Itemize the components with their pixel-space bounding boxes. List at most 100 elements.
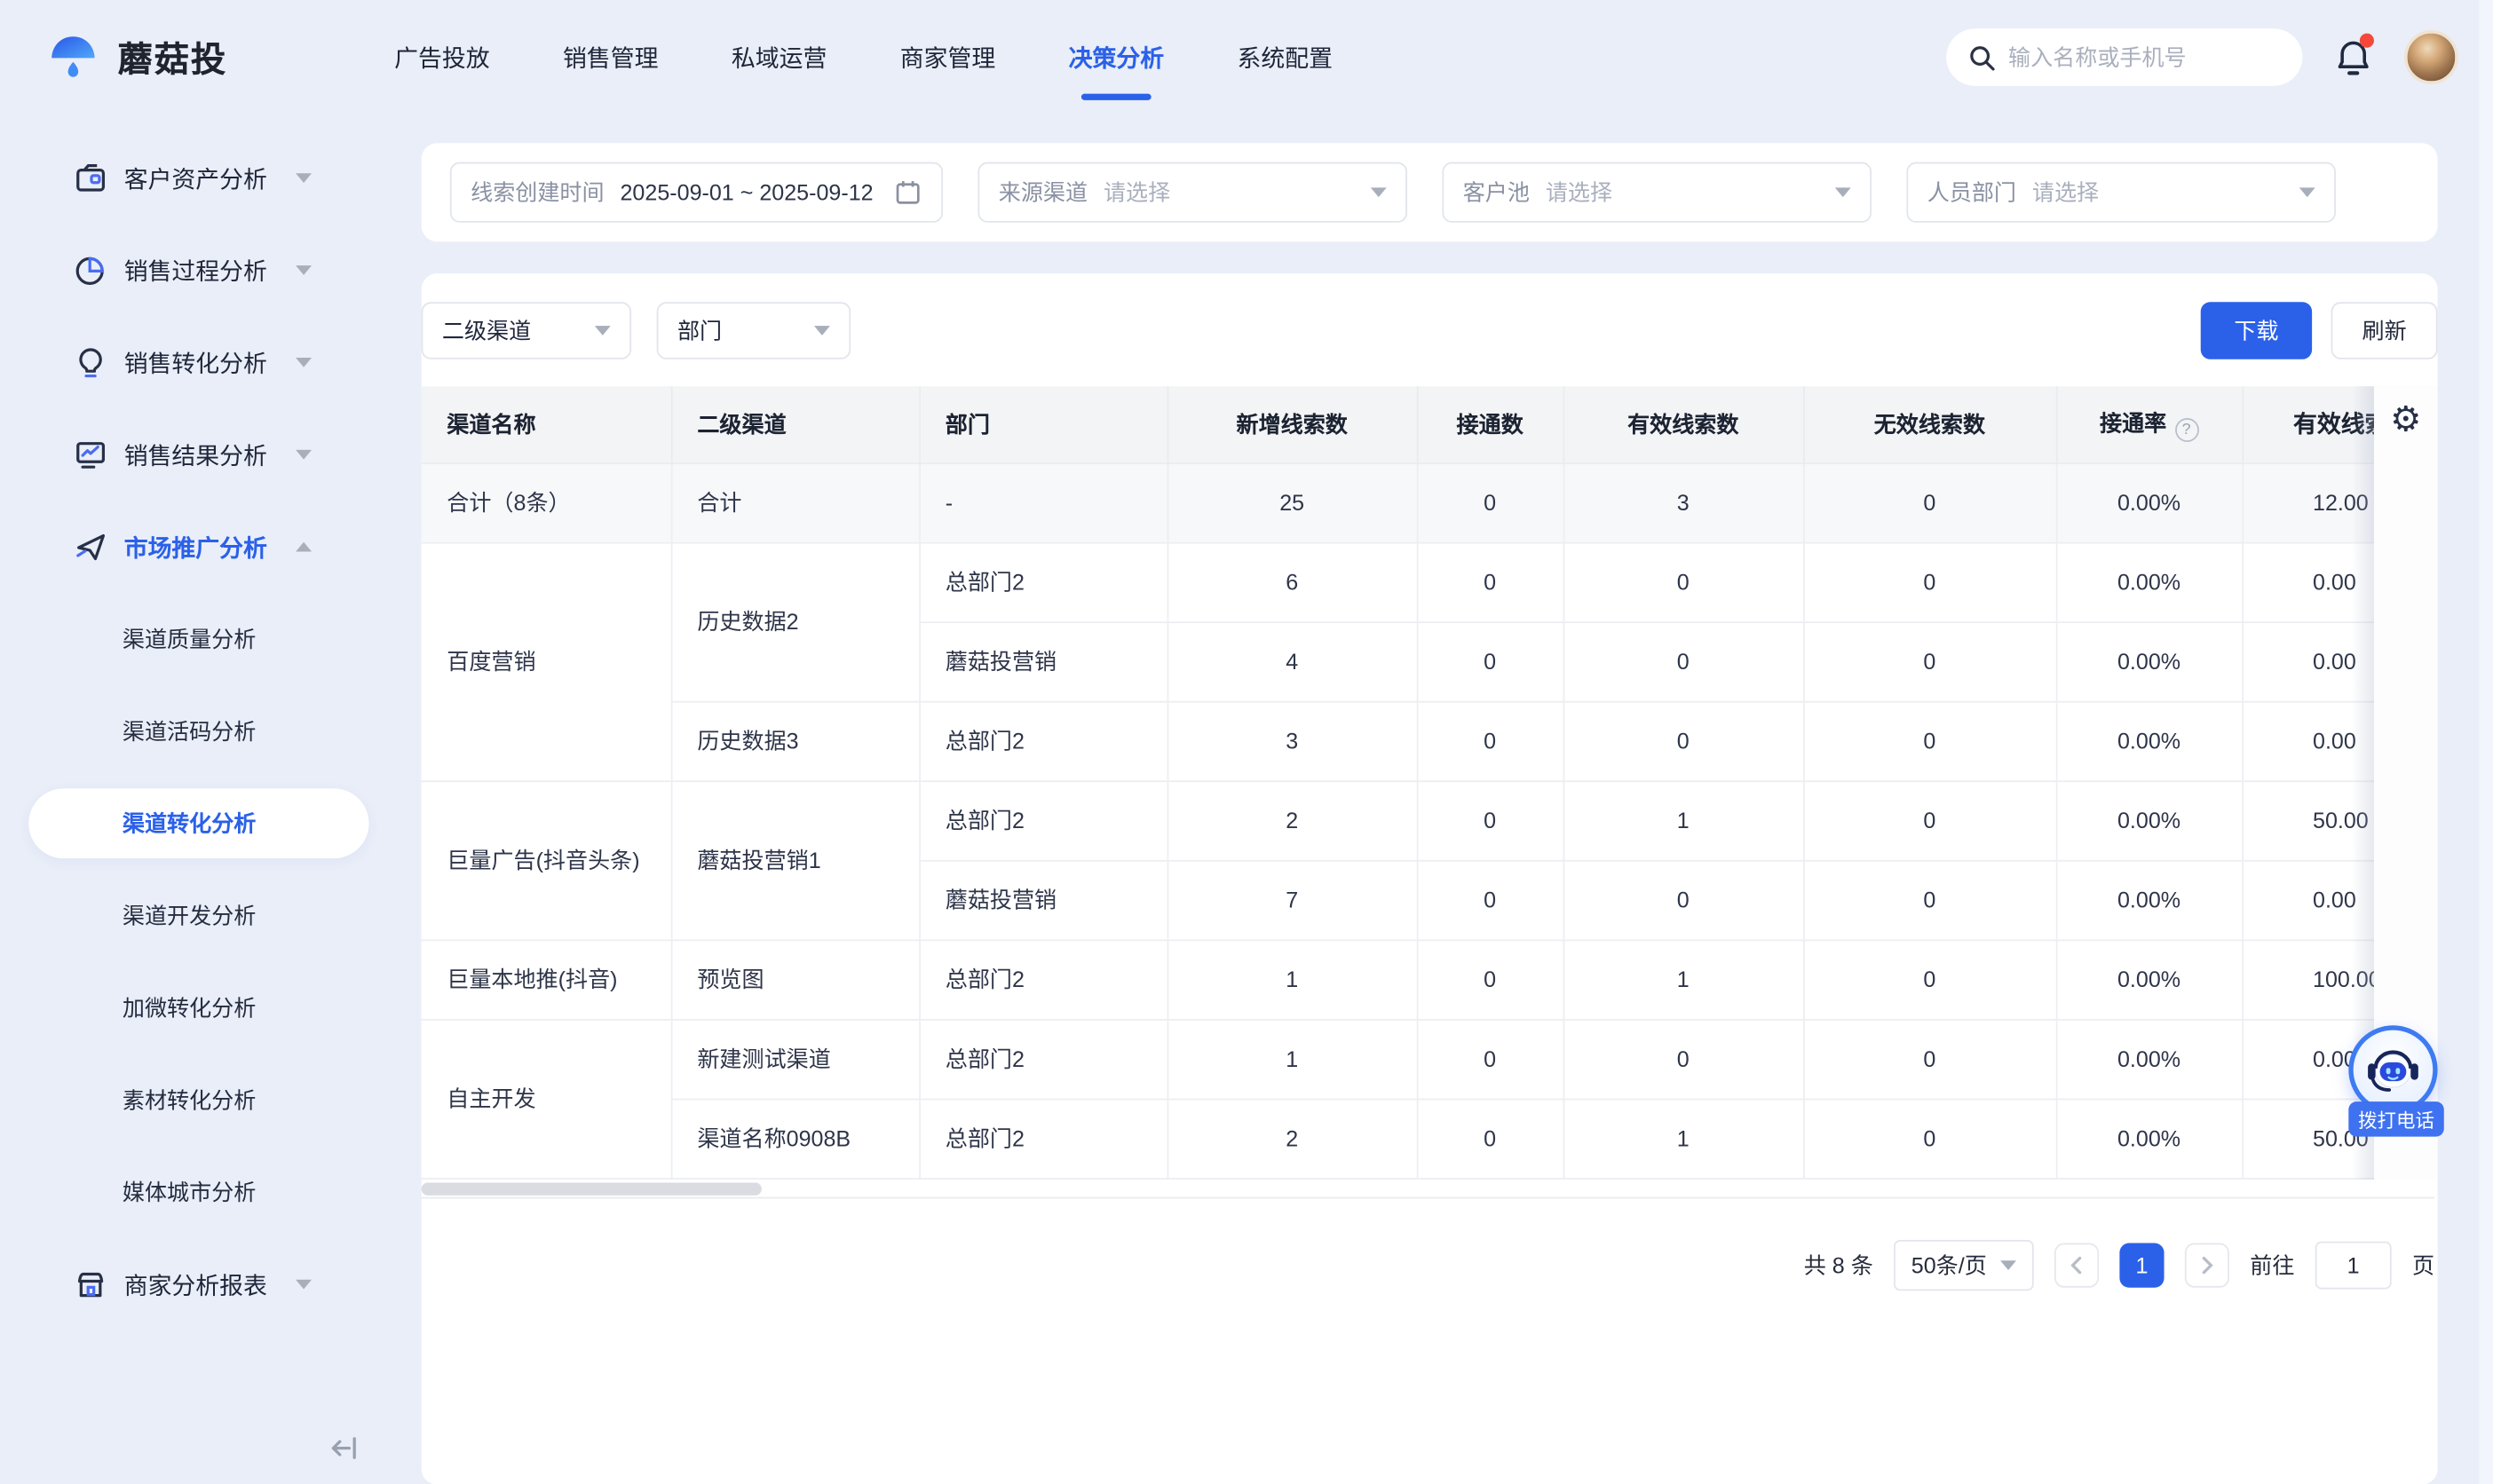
report-card: 二级渠道 部门 下载 刷新 渠道名称二级渠道部门新增线索数接通数有效线索数无效线… [422,273,2438,1484]
filter-label: 客户池 [1463,177,1530,209]
table-cell: 蘑菇投营销1 [671,780,919,939]
date-filter-value: 2025-09-01 ~ 2025-09-12 [620,179,873,205]
column-header-label: 无效线索数 [1874,411,1985,437]
table-cell: 蘑菇投营销 [919,621,1167,701]
sidebar-item-2[interactable]: 渠道活码分析 [0,685,390,778]
notification-bell[interactable] [2334,36,2372,78]
user-avatar[interactable] [2404,30,2458,84]
table-cell: 3 [1563,462,1803,542]
table-cell: 蘑菇投营销 [919,860,1167,940]
top-nav-item-3[interactable]: 私域运营 [732,41,827,75]
chevron-right-icon [2199,1255,2215,1274]
column-header-label: 接通数 [1457,411,1524,437]
table-cell: 新建测试渠道 [671,1019,919,1099]
data-table: 渠道名称二级渠道部门新增线索数接通数有效线索数无效线索数接通率?有效线索率合计（… [422,386,2438,1179]
chevron-down-icon [2299,187,2315,197]
top-nav-item-1[interactable]: 广告投放 [394,41,489,75]
table-cell: 巨量广告(抖音头条) [422,780,671,939]
column-header-6: 有效线索数 [1563,386,1803,462]
table-cell: 0 [1803,860,2056,940]
next-page-button[interactable] [2185,1243,2229,1287]
table-cell: 0 [1417,462,1563,542]
column-header-5: 接通数 [1417,386,1563,462]
column-settings-gear-icon[interactable]: ⚙ [2390,404,2421,438]
chevron-down-icon [296,450,312,460]
table-cell: 自主开发 [422,1019,671,1178]
table-cell: 0 [1803,1099,2056,1179]
sidebar-item-3[interactable]: 渠道转化分析 [0,778,390,870]
assistant-call-label[interactable]: 拨打电话 [2348,1101,2443,1136]
filter-select-2[interactable]: 客户池请选择 [1442,162,1872,223]
top-nav-item-4[interactable]: 商家管理 [900,41,995,75]
refresh-button[interactable]: 刷新 [2331,302,2438,359]
department-select[interactable]: 部门 [657,302,851,359]
chevron-up-icon [296,542,312,552]
collapse-sidebar-button[interactable] [326,1431,360,1465]
table-cell: 0.00% [2056,939,2243,1019]
top-nav-item-5[interactable]: 决策分析 [1069,41,1164,75]
table-cell: 1 [1563,1099,1803,1179]
question-circle-icon[interactable]: ? [2174,418,2198,442]
sidebar-item-6[interactable]: 素材转化分析 [0,1054,390,1146]
column-header-label: 接通率 [2100,410,2166,436]
robot-icon [2362,1039,2423,1100]
table-cell: 历史数据3 [671,701,919,781]
filter-placeholder: 请选择 [1104,177,1170,209]
filter-label: 人员部门 [1927,177,2016,209]
wallet-icon [73,161,107,195]
secondary-channel-select[interactable]: 二级渠道 [422,302,631,359]
sidebar-group-label: 销售转化分析 [124,346,267,380]
table-cell: 1 [1563,780,1803,860]
page-size-select[interactable]: 50条/页 [1894,1239,2034,1290]
sidebar-item-7[interactable]: 媒体城市分析 [0,1146,390,1238]
pie-chart-icon [73,253,107,288]
page-scrollbar[interactable] [2479,0,2493,1484]
prev-page-button[interactable] [2054,1243,2099,1287]
global-search-input[interactable]: 输入名称或手机号 [1946,28,2302,85]
table-cell: 0 [1563,860,1803,940]
download-button[interactable]: 下载 [2201,302,2312,359]
table-cell: 1 [1167,1019,1417,1099]
table-cell: 预览图 [671,939,919,1019]
sidebar-item-4[interactable]: 渠道开发分析 [0,870,390,962]
sidebar-group-1[interactable]: 客户资产分析 [0,132,390,225]
table-cell: 渠道名称0908B [671,1099,919,1179]
sidebar-item-1[interactable]: 渠道质量分析 [0,593,390,685]
sidebar-item-label: 渠道转化分析 [123,808,256,840]
chevron-down-icon [814,326,830,335]
sidebar-group-label: 市场推广分析 [124,530,267,564]
table-cell: 0 [1417,1099,1563,1179]
top-nav-item-2[interactable]: 销售管理 [563,41,658,75]
sidebar-group-2[interactable]: 销售过程分析 [0,225,390,317]
top-nav-item-6[interactable]: 系统配置 [1238,41,1333,75]
sidebar-item-label: 渠道活码分析 [123,715,256,747]
column-header-label: 二级渠道 [697,411,786,437]
table-cell: 0.00% [2056,1019,2243,1099]
pagination: 共 8 条 50条/页 1 前往 页 [422,1239,2434,1290]
chevron-down-icon [296,265,312,275]
table-cell: 1 [1563,939,1803,1019]
sidebar-item-5[interactable]: 加微转化分析 [0,962,390,1054]
pagination-total: 共 8 条 [1804,1249,1873,1281]
search-icon [1968,43,1995,70]
date-range-filter[interactable]: 线索创建时间 2025-09-01 ~ 2025-09-12 [450,162,943,223]
table-cell: 0.00% [2056,462,2243,542]
filter-label: 来源渠道 [999,177,1088,209]
sidebar-group-6[interactable]: 商家分析报表 [0,1238,390,1330]
sidebar-group-label: 销售结果分析 [124,438,267,471]
calendar-icon [894,178,922,207]
sidebar-group-5[interactable]: 市场推广分析 [0,501,390,593]
secondary-channel-select-value: 二级渠道 [442,315,531,347]
sidebar-group-3[interactable]: 销售转化分析 [0,316,390,408]
sidebar-group-4[interactable]: 销售结果分析 [0,408,390,501]
table-cell: 0.00% [2056,621,2243,701]
horizontal-scrollbar-thumb[interactable] [422,1182,762,1195]
goto-page-input[interactable] [2315,1241,2392,1289]
current-page-button[interactable]: 1 [2119,1243,2164,1287]
table-cell: 0 [1803,621,2056,701]
filter-select-3[interactable]: 人员部门请选择 [1906,162,2336,223]
chevron-down-icon [296,1280,312,1290]
chevron-down-icon [1371,187,1387,197]
filter-select-1[interactable]: 来源渠道请选择 [977,162,1407,223]
table-cell: 百度营销 [422,542,671,781]
